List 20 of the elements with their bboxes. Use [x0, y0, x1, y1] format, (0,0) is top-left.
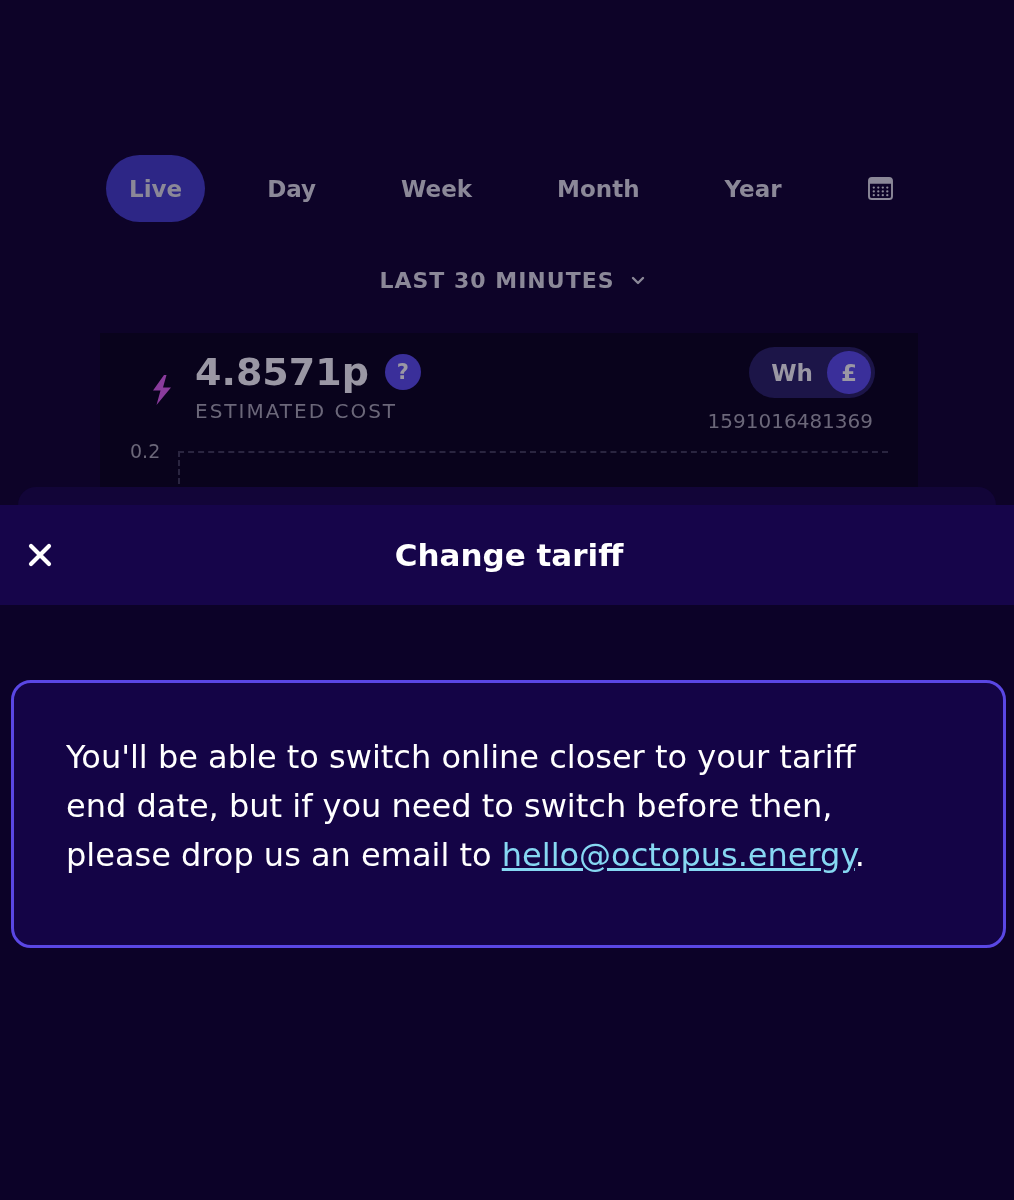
sheet-title: Change tariff	[394, 537, 624, 573]
email-link[interactable]: hello@octopus.energy	[501, 836, 855, 874]
unit-option[interactable]: £	[827, 351, 871, 394]
period-dropdown[interactable]: LAST 30 MINUTES	[379, 262, 645, 298]
period-tab[interactable]: Year	[701, 155, 805, 222]
y-axis-label: 0.2	[130, 440, 162, 462]
period-tab[interactable]: Day	[244, 155, 340, 222]
period-tab[interactable]: Week	[378, 155, 496, 222]
cost-label: ESTIMATED COST	[195, 399, 399, 423]
unit-option[interactable]: Wh	[763, 351, 821, 394]
meter-id: 1591016481369	[707, 409, 873, 433]
period-tab[interactable]: Live	[106, 155, 206, 222]
cost-value: 4.8571p	[195, 349, 369, 396]
message-text: You'll be able to switch online closer to your tariff end date, but if you need to switch before then, please drop us an email to hello@octopus.energy.	[66, 737, 866, 876]
chevron-down-icon	[630, 275, 645, 285]
help-button[interactable]: ?	[384, 354, 421, 390]
close-icon[interactable]	[28, 543, 52, 567]
period-tab[interactable]: Month	[534, 155, 663, 222]
calendar-icon[interactable]	[867, 177, 893, 200]
lightning-icon	[150, 375, 173, 405]
